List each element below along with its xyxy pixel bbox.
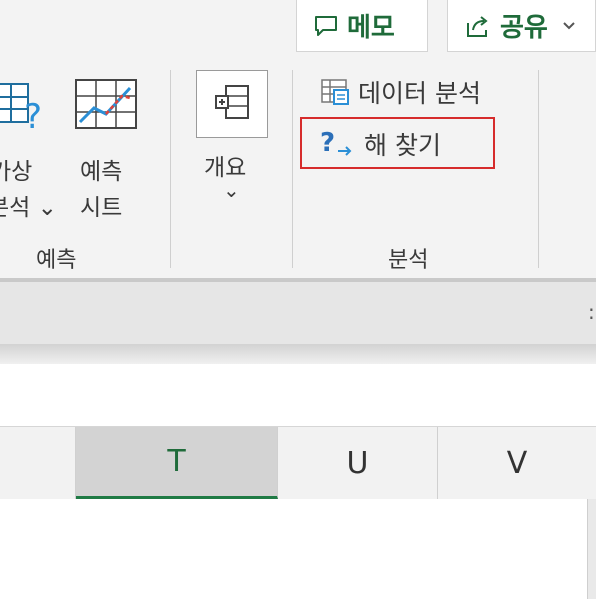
memo-button[interactable]: 메모 bbox=[296, 0, 428, 52]
ribbon: ? 가상 분석 ⌄ 예측 시트 예측 bbox=[0, 52, 596, 278]
forecast-sheet-label-line1: 예측 bbox=[80, 159, 123, 185]
outline-icon bbox=[212, 82, 252, 126]
analysis-group-label: 분석 bbox=[388, 248, 429, 273]
formula-input[interactable] bbox=[0, 364, 596, 427]
share-chevron-icon[interactable] bbox=[562, 21, 576, 31]
column-header-u[interactable]: U bbox=[278, 427, 438, 499]
svg-text:?: ? bbox=[24, 97, 42, 134]
what-if-analysis-label-line2: 분석 ⌄ bbox=[0, 195, 57, 221]
divider-shadow bbox=[0, 344, 596, 364]
column-header-t[interactable]: T bbox=[76, 427, 278, 499]
forecast-sheet-icon bbox=[74, 78, 138, 138]
formula-bar-area: : bbox=[0, 282, 596, 344]
what-if-analysis-label-line1: 가상 bbox=[0, 159, 33, 185]
forecast-group-label: 예측 bbox=[36, 248, 77, 273]
memo-label: 메모 bbox=[347, 13, 395, 43]
column-header-s[interactable] bbox=[0, 427, 76, 499]
solver-highlight bbox=[300, 117, 495, 169]
group-separator bbox=[292, 70, 293, 268]
data-analysis-label: 데이터 분석 bbox=[358, 79, 481, 108]
group-separator bbox=[538, 70, 539, 268]
outline-button[interactable] bbox=[196, 70, 268, 138]
share-label: 공유 bbox=[500, 13, 548, 43]
more-options-icon[interactable]: : bbox=[588, 300, 595, 324]
data-analysis-button[interactable]: 데이터 분석 bbox=[320, 74, 481, 110]
column-header-v[interactable]: V bbox=[438, 427, 596, 499]
comment-icon bbox=[313, 14, 339, 38]
outline-label[interactable]: 개요 bbox=[204, 148, 246, 182]
forecast-sheet-label-line2: 시트 bbox=[80, 195, 123, 221]
share-icon bbox=[464, 13, 492, 39]
share-button[interactable]: 공유 bbox=[447, 0, 596, 52]
data-analysis-icon bbox=[320, 78, 350, 106]
group-separator bbox=[170, 70, 171, 268]
outline-dropdown-chevron-icon[interactable]: ⌄ bbox=[223, 178, 240, 202]
column-header-row: T U V bbox=[0, 427, 596, 499]
what-if-analysis-icon: ? bbox=[0, 78, 52, 138]
vertical-scrollbar[interactable] bbox=[587, 499, 596, 599]
cell-grid[interactable] bbox=[0, 499, 587, 599]
